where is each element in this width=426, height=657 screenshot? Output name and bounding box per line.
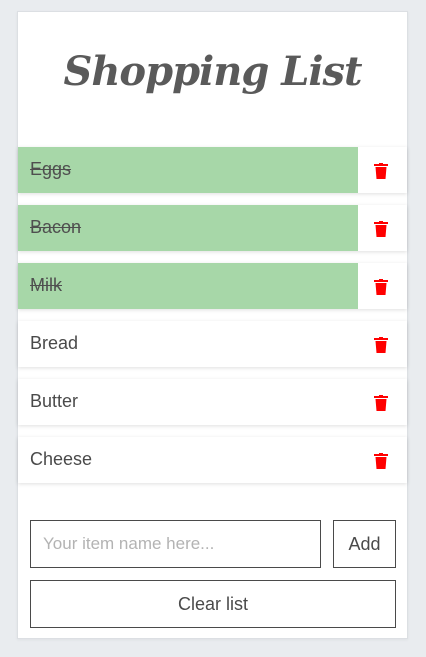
- trash-icon[interactable]: [374, 163, 388, 179]
- trash-icon[interactable]: [374, 337, 388, 353]
- item-name-input[interactable]: [30, 520, 321, 568]
- item-label: Butter: [30, 391, 79, 411]
- item-label: Cheese: [30, 449, 93, 469]
- list-item[interactable]: Cheese: [18, 437, 407, 483]
- trash-icon[interactable]: [374, 279, 388, 295]
- item-label: Bacon: [30, 217, 82, 237]
- item-label-area[interactable]: Eggs: [18, 147, 358, 193]
- trash-icon[interactable]: [374, 221, 388, 237]
- item-label: Milk: [30, 275, 62, 295]
- item-label-area[interactable]: Butter: [18, 379, 358, 425]
- item-label-area[interactable]: Bacon: [18, 205, 358, 251]
- item-label-area[interactable]: Cheese: [18, 437, 358, 483]
- trash-icon[interactable]: [374, 453, 388, 469]
- shopping-list-card: Shopping List Eggs Bacon Milk Bread Butt…: [17, 11, 408, 639]
- item-label: Bread: [30, 333, 79, 353]
- page-title: Shopping List: [63, 48, 362, 95]
- list-item[interactable]: Bread: [18, 321, 407, 367]
- list-item[interactable]: Eggs: [18, 147, 407, 193]
- item-label: Eggs: [30, 159, 72, 179]
- item-label-area[interactable]: Milk: [18, 263, 358, 309]
- item-label-area[interactable]: Bread: [18, 321, 358, 367]
- list-item[interactable]: Milk: [18, 263, 407, 309]
- trash-icon[interactable]: [374, 395, 388, 411]
- list-item[interactable]: Butter: [18, 379, 407, 425]
- add-button[interactable]: Add: [333, 520, 396, 568]
- list-item[interactable]: Bacon: [18, 205, 407, 251]
- clear-list-button[interactable]: Clear list: [30, 580, 396, 628]
